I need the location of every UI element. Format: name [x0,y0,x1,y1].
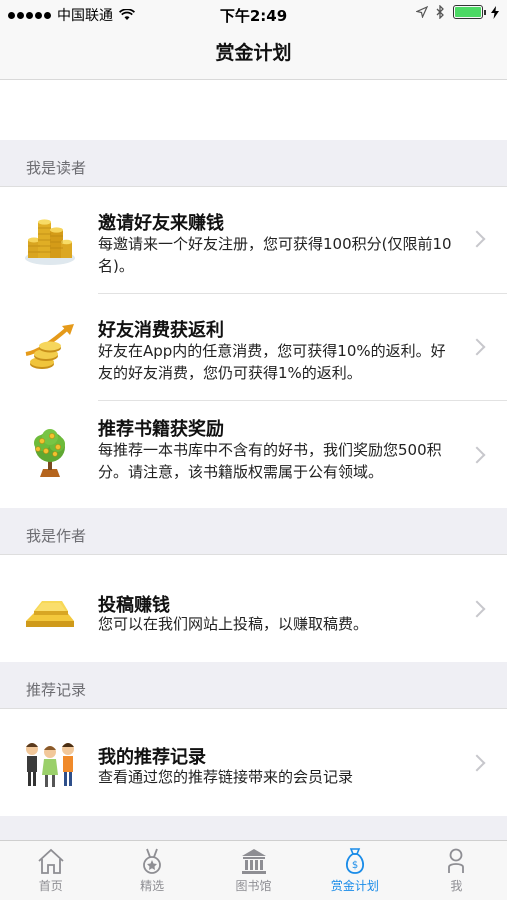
chevron-right-icon [468,338,486,356]
item-description: 您可以在我们网站上投稿，以赚取稿费。 [98,615,369,633]
library-icon [241,849,266,874]
banner-area [0,80,507,140]
chevron-right-icon [468,230,486,248]
charging-icon [491,5,499,19]
person-icon [448,848,465,873]
tab-label: 我 [450,879,463,893]
bluetooth-icon [436,5,444,19]
tab-home[interactable]: 首页 [0,841,101,900]
tab-bar: 首页 精选 图书馆 $ 赏金计划 我 [0,840,507,900]
medal-icon [143,848,162,874]
item-description: 每推荐一本书库中不含有的好书，我们奖励您500积分。请注意，该书籍版权需属于公有… [98,441,442,481]
list-item-submit-manuscript[interactable]: 投稿赚钱 您可以在我们网站上投稿，以赚取稿费。 [0,555,507,662]
money-tree-icon [34,429,65,477]
item-description: 好友在App内的任意消费，您可获得10%的返利。好友的好友消费，您仍可获得1%的… [98,342,446,382]
money-bag-icon: $ [345,848,364,874]
item-title: 推荐书籍获奖励 [98,419,224,440]
item-description: 每邀请来一个好友注册，您可获得100积分(仅限前10名)。 [98,235,452,275]
chevron-right-icon [468,600,486,618]
tab-label: 图书馆 [235,879,272,893]
coin-stack-icon [25,219,75,265]
item-description: 查看通过您的推荐链接带来的会员记录 [98,768,354,786]
gold-bars-icon [26,601,74,627]
item-title: 邀请好友来赚钱 [98,213,224,234]
list-item-recommend-books[interactable]: 推荐书籍获奖励 每推荐一本书库中不含有的好书，我们奖励您500积分。请注意，该书… [0,401,507,508]
tab-me[interactable]: 我 [406,841,507,900]
svg-text:$: $ [352,860,358,871]
battery-icon [453,5,486,19]
section-header-records: 推荐记录 [0,662,507,709]
tab-label: 精选 [140,879,165,893]
tab-label: 赏金计划 [330,879,379,893]
item-title: 好友消费获返利 [98,320,224,341]
page-title: 赏金计划 [215,42,292,64]
list-item-invite-friends[interactable]: 邀请好友来赚钱 每邀请来一个好友注册，您可获得100积分(仅限前10名)。 [0,187,507,294]
people-group-icon [26,743,74,787]
status-bar: 中国联通 下午2:49 [0,0,507,28]
section-header-author: 我是作者 [0,508,507,555]
tab-library[interactable]: 图书馆 [203,841,304,900]
chevron-right-icon [468,446,486,464]
coins-growth-icon [25,324,74,369]
section-header-reader: 我是读者 [0,140,507,187]
list-item-my-records[interactable]: 我的推荐记录 查看通过您的推荐链接带来的会员记录 [0,709,507,816]
tab-bounty-plan[interactable]: $ 赏金计划 [304,841,405,900]
home-icon [38,848,64,874]
list-item-friend-rebate[interactable]: 好友消费获返利 好友在App内的任意消费，您可获得10%的返利。好友的好友消费，… [0,294,507,401]
location-arrow-icon [416,6,428,18]
tab-label: 首页 [38,879,63,893]
chevron-right-icon [468,754,486,772]
tab-featured[interactable]: 精选 [101,841,202,900]
nav-bar: 赏金计划 [0,28,507,80]
